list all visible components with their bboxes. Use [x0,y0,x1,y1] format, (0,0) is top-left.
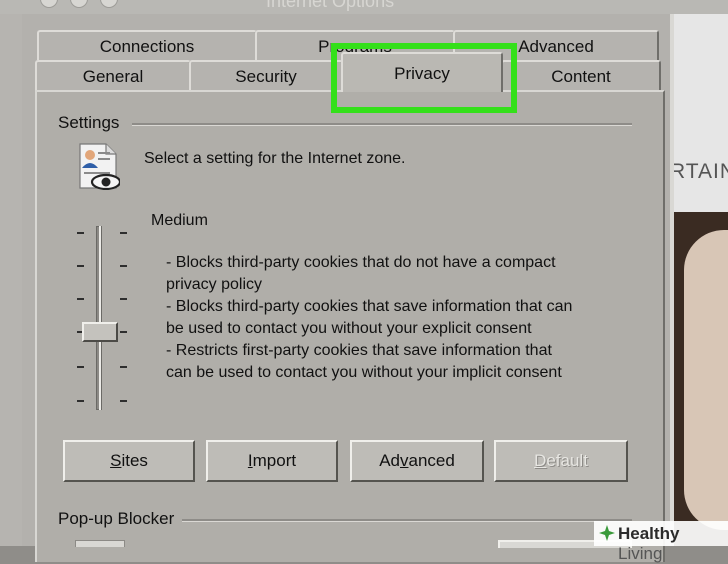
slider-tick [77,400,84,402]
sites-button[interactable]: Sites [63,440,195,482]
import-label: mport [252,451,297,470]
background-left-strip [0,0,22,546]
default-label: efault [546,451,588,470]
popup-blocker-group-label: Pop-up Blocker [58,509,175,528]
sites-accel: S [110,451,122,470]
slider-tick [77,298,84,300]
settings-group-line [132,123,632,126]
description-line: - Restricts first-party cookies that sav… [166,342,552,359]
slider-tick [120,331,127,333]
slider-thumb[interactable] [82,322,118,342]
description-line: can be used to contact you without your … [166,364,562,381]
slider-tick [77,265,84,267]
slider-tick [120,232,127,234]
default-accel: D [534,451,547,470]
tab-content[interactable]: Content [501,60,661,92]
slider-tick [120,366,127,368]
sites-label: ites [121,451,148,470]
watermark-text: Healthy Living [618,524,728,564]
slider-tick [77,232,84,234]
import-button[interactable]: Import [206,440,338,482]
minimize-window-button[interactable] [70,0,88,8]
settings-prompt: Select a setting for the Internet zone. [144,150,406,167]
slider-track-highlight [99,226,101,410]
description-line: - Blocks third-party cookies that do not… [166,254,556,271]
watermark-brand: Healthy [618,524,680,543]
privacy-document-icon [79,143,120,190]
slider-tick [77,366,84,368]
description-line: privacy policy [166,276,263,293]
watermark-sub: Living [618,544,663,563]
background-face [684,230,728,530]
default-button[interactable]: Default [494,440,628,482]
window-title: Internet Options [266,0,395,11]
title-bar[interactable]: Internet Options [0,0,728,14]
tab-security[interactable]: Security [189,60,343,92]
advanced-button[interactable]: Advanced [350,440,484,482]
slider-tick [120,298,127,300]
dialog-edge [670,0,674,546]
description-line: - Blocks third-party cookies that save i… [166,298,573,315]
close-window-button[interactable] [40,0,58,8]
tab-general[interactable]: General [35,60,191,92]
slider-tick [120,265,127,267]
background-text: RTAIN [670,160,728,183]
advanced-label-pre: Ad [379,451,400,470]
popup-group-line [182,519,632,522]
privacy-tab-highlight [331,43,517,113]
advanced-label: anced [408,451,455,470]
zoom-window-button[interactable] [100,0,118,8]
description-line: be used to contact you without your expl… [166,320,532,337]
tab-connections[interactable]: Connections [37,30,257,60]
privacy-level-label: Medium [151,212,208,229]
healthy-living-logo-icon [599,525,615,541]
settings-group-label: Settings [58,113,120,132]
slider-tick [120,400,127,402]
